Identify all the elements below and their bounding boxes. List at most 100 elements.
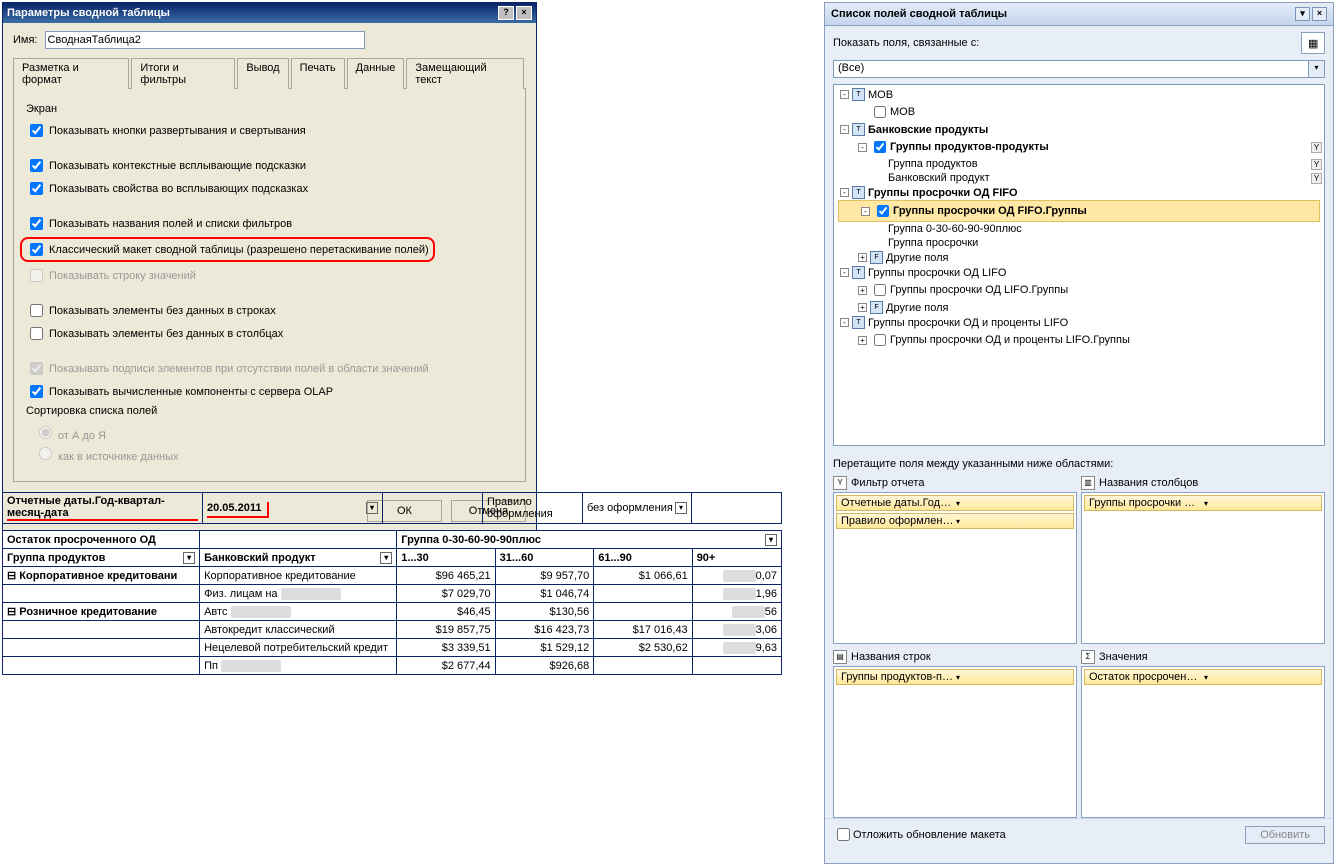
tab-layout[interactable]: Разметка и формат [13,58,129,89]
row-product[interactable]: Автокредит классический [200,621,397,639]
chevron-down-icon[interactable]: ▾ [1308,61,1324,77]
chk-expand-buttons[interactable] [30,124,43,137]
cell[interactable]: xxx56 [692,603,781,621]
field-pill[interactable]: Правило оформления▾ [836,513,1074,529]
layout-view-button[interactable]: ▦ [1301,32,1325,54]
cell[interactable] [594,585,692,603]
tree-item[interactable]: -TГруппы просрочки ОД и проценты LIFO [836,315,1322,330]
row-group[interactable]: ⊟ Корпоративное кредитовани [3,567,200,585]
field-checkbox[interactable] [874,106,886,118]
area-cols-box[interactable]: Группы просрочки ОД FIFO.Группы▾ [1081,492,1325,644]
help-button[interactable]: ? [498,6,514,20]
cell[interactable]: $1 066,61 [594,567,692,585]
update-button[interactable]: Обновить [1245,826,1325,844]
filter-icon[interactable]: Y [1311,173,1322,184]
tab-data[interactable]: Данные [347,58,405,89]
row-group[interactable] [3,621,200,639]
field-checkbox[interactable] [877,205,889,217]
tree-item[interactable]: +Группы просрочки ОД LIFO.Группы [836,280,1322,300]
cell[interactable]: $2 530,62 [594,639,692,657]
chk-classic-layout[interactable] [30,243,43,256]
row-group[interactable] [3,639,200,657]
field-pill[interactable]: Группы продуктов-продукты▾ [836,669,1074,685]
filter-dropdown-icon[interactable]: ▾ [366,502,378,514]
related-fields-combo[interactable]: (Все) ▾ [833,60,1325,78]
row-field2[interactable]: Банковский продукт▾ [200,549,397,567]
cell[interactable]: $1 529,12 [495,639,594,657]
close-button[interactable]: × [516,6,532,20]
chevron-down-icon[interactable]: ▾ [956,499,1069,508]
tree-item[interactable]: Группа продуктовY [836,157,1322,171]
tree-item[interactable]: +FДругие поля [836,250,1322,265]
chk-props-tooltips[interactable] [30,182,43,195]
area-vals-box[interactable]: Остаток просроченного ОД▾ [1081,666,1325,818]
field-checkbox[interactable] [874,284,886,296]
tab-totals[interactable]: Итоги и фильтры [131,58,235,89]
cell[interactable]: $926,68 [495,657,594,675]
tree-item[interactable]: -Группы просрочки ОД FIFO.Группы [838,200,1320,222]
row-product[interactable]: Корпоративное кредитование [200,567,397,585]
chevron-down-icon[interactable]: ▾ [956,673,1069,682]
cell[interactable] [692,657,781,675]
expander-icon[interactable]: - [858,143,867,152]
row-group[interactable] [3,657,200,675]
panel-close-icon[interactable]: × [1312,7,1327,21]
row-group[interactable]: ⊟ Розничное кредитование [3,603,200,621]
tab-alttext[interactable]: Замещающий текст [406,58,524,89]
expander-icon[interactable]: + [858,286,867,295]
cell[interactable]: $46,45 [397,603,495,621]
tree-item[interactable]: Группа просрочки [836,236,1322,250]
expander-icon[interactable]: + [858,303,867,312]
expander-icon[interactable]: - [840,268,849,277]
cell[interactable] [594,657,692,675]
row-product[interactable]: Нецелевой потребительский кредит [200,639,397,657]
defer-update-checkbox[interactable] [837,828,850,841]
expander-icon[interactable]: - [840,318,849,327]
cell[interactable]: $9 957,70 [495,567,594,585]
area-rows-box[interactable]: Группы продуктов-продукты▾ [833,666,1077,818]
expander-icon[interactable]: - [840,125,849,134]
chevron-down-icon[interactable]: ▾ [380,552,392,564]
expander-icon[interactable]: + [858,253,867,262]
expander-icon[interactable]: - [840,188,849,197]
cell[interactable]: $96 465,21 [397,567,495,585]
cell[interactable]: $19 857,75 [397,621,495,639]
chk-empty-cols[interactable] [30,327,43,340]
chevron-down-icon[interactable]: ▾ [1204,673,1317,682]
cell[interactable]: xxx0,07 [692,567,781,585]
chevron-down-icon[interactable]: ▾ [1204,499,1317,508]
tree-item[interactable]: -TГруппы просрочки ОД FIFO [836,185,1322,200]
col-header[interactable]: Группа 0-30-60-90-90плюс▾ [397,531,782,549]
tree-item[interactable]: -Группы продуктов-продуктыY [836,137,1322,157]
tree-item[interactable]: Банковский продуктY [836,171,1322,185]
filter2-value[interactable]: без оформления▾ [583,493,692,524]
tree-item[interactable]: -TБанковские продукты [836,122,1322,137]
tree-item[interactable]: -TМОВ [836,87,1322,102]
tab-display[interactable]: Вывод [237,58,288,89]
chk-field-captions[interactable] [30,217,43,230]
row-product[interactable]: Автс xxxxxxxx [200,603,397,621]
tree-item[interactable]: +Группы просрочки ОД и проценты LIFO.Гру… [836,330,1322,350]
cell[interactable]: $130,56 [495,603,594,621]
chk-olap-calc[interactable] [30,385,43,398]
chevron-down-icon[interactable]: ▾ [183,552,195,564]
tree-item[interactable]: МОВ [836,102,1322,122]
filter-icon[interactable]: Y [1311,142,1322,153]
filter-dropdown-icon[interactable]: ▾ [675,502,687,514]
field-checkbox[interactable] [874,334,886,346]
chevron-down-icon[interactable]: ▾ [765,534,777,546]
cell[interactable]: $3 339,51 [397,639,495,657]
filter-icon[interactable]: Y [1311,159,1322,170]
expander-icon[interactable]: + [858,336,867,345]
area-filter-box[interactable]: Отчетные даты.Год-квартал-месяц-дата▾Пра… [833,492,1077,644]
tree-item[interactable]: +FДругие поля [836,300,1322,315]
filter1-value[interactable]: 20.05.2011 [207,502,269,518]
chk-empty-rows[interactable] [30,304,43,317]
cell[interactable]: $16 423,73 [495,621,594,639]
cell[interactable]: $7 029,70 [397,585,495,603]
name-input[interactable] [45,31,365,49]
tree-item[interactable]: -TГруппы просрочки ОД LIFO [836,265,1322,280]
row-field1[interactable]: Группа продуктов▾ [3,549,200,567]
field-pill[interactable]: Группы просрочки ОД FIFO.Группы▾ [1084,495,1322,511]
cell[interactable]: xxx3,06 [692,621,781,639]
